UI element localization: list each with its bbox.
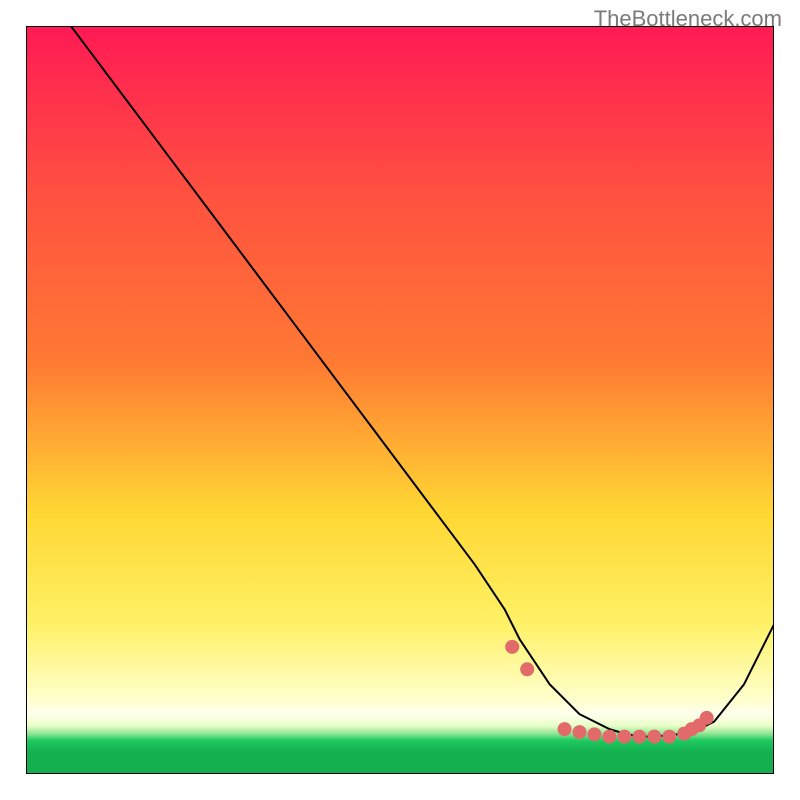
chart-container: TheBottleneck.com [0,0,800,800]
highlight-dot [632,730,646,744]
gradient-background [26,26,774,774]
highlight-dot [602,730,616,744]
watermark-text: TheBottleneck.com [594,6,782,32]
highlight-dot [505,640,519,654]
highlight-dot [558,722,572,736]
plot-area [26,26,774,774]
highlight-dot [587,727,601,741]
highlight-dot [700,711,714,725]
highlight-dot [573,725,587,739]
chart-svg [26,26,774,774]
highlight-dot [662,730,676,744]
highlight-dot [520,662,534,676]
highlight-dot [617,730,631,744]
highlight-dot [647,730,661,744]
